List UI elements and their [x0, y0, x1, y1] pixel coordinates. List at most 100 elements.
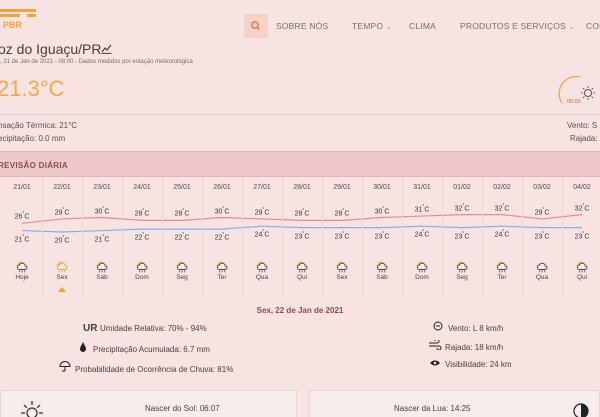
nav-weather[interactable]: TEMPO ⌄ [352, 21, 391, 31]
accumulated-precipitation: Precipitação Acumulada: 6.7 mm [76, 342, 210, 354]
forecast-day[interactable]: 31/01 31°C 24°C Dom [402, 178, 442, 296]
forecast-day[interactable]: 30/01 30°C 23°C Sáb [362, 178, 402, 296]
logo-icon[interactable]: PBR [0, 8, 38, 30]
forecast-date: 31/01 [413, 184, 431, 191]
forecast-date: 24/01 [133, 184, 151, 191]
forecast-day-name: Dom [135, 274, 149, 281]
day-separator [482, 178, 483, 296]
forecast-day[interactable]: 24/01 28°C 22°C Dom [122, 178, 162, 296]
day-separator [162, 178, 163, 296]
forecast-max-temp: 31°C [414, 204, 430, 214]
forecast-day[interactable]: 02/02 32°C 24°C Ter [482, 178, 522, 296]
forecast-min-temp: 23°C [374, 230, 390, 240]
forecast-max-temp: 30°C [94, 205, 110, 215]
sunrise-card: Nascer do Sol: 06:07 [0, 390, 297, 417]
day-separator [562, 178, 563, 296]
forecast-day-name: Ter [497, 274, 507, 281]
umbrella-icon [58, 361, 72, 374]
forecast-max-temp: 28°C [174, 208, 190, 218]
forecast-day-name: Qua [535, 274, 549, 281]
forecast-day-name: Sáb [376, 274, 388, 281]
forecast-day-name: Hoje [15, 274, 29, 281]
day-separator [282, 178, 283, 296]
eye-icon [428, 359, 442, 369]
search-button[interactable] [244, 14, 268, 38]
rain-probability: Probabilidade de Ocorrência de Chuva: 81… [58, 361, 233, 374]
forecast-day-name: Qui [576, 274, 588, 281]
forecast-min-temp: 23°C [294, 230, 310, 240]
forecast-day[interactable]: 28/01 28°C 23°C Qui [282, 178, 322, 296]
forecast-min-temp: 20°C [54, 235, 70, 245]
sun-icon [21, 401, 43, 417]
moonrise-text: Nascer da Lua: 14:25 [394, 404, 471, 413]
logo-text: PBR [3, 20, 23, 30]
humidity: UR Umidade Relativa: 70% - 94% [83, 323, 207, 334]
search-icon [251, 21, 260, 30]
gust: Rajada: [570, 134, 598, 143]
precipitation: ecipitação: 0.0 mm [0, 134, 66, 143]
forecast-min-temp: 21°C [14, 233, 30, 243]
forecast-day-name: Seg [456, 274, 468, 281]
forecast-day[interactable]: 01/02 32°C 23°C Seg [442, 178, 482, 296]
forecast-min-temp: 24°C [254, 229, 270, 239]
wind-value: Vento: L 8 km/h [448, 324, 504, 333]
visibility-value: Visibilidade: 24 km [445, 360, 512, 369]
forecast-day[interactable]: 03/02 29°C 23°C Qua [522, 178, 562, 296]
forecast-max-temp: 28°C [294, 208, 310, 218]
forecast-day[interactable]: 26/01 30°C 22°C Ter [202, 178, 242, 296]
day-separator [322, 178, 323, 296]
forecast-day-name: Qua [255, 274, 269, 281]
day-separator [42, 178, 43, 296]
forecast-max-temp: 26°C [14, 211, 30, 221]
forecast-day[interactable]: 04/02 32°C 23°C Qui [562, 178, 600, 296]
day-separator [82, 178, 83, 296]
forecast-day[interactable]: 29/01 28°C 23°C Sex [322, 178, 362, 296]
chevron-down-icon: ⌄ [568, 25, 575, 31]
forecast-max-temp: 32°C [454, 202, 470, 212]
forecast-date: 26/01 [213, 184, 231, 191]
forecast-min-temp: 22°C [214, 232, 230, 242]
forecast-max-temp: 30°C [374, 205, 390, 215]
forecast-day[interactable]: 25/01 28°C 22°C Seg [162, 178, 202, 296]
forecast-day[interactable]: 21/01 26°C 21°C Hoje [2, 178, 42, 296]
nav-about[interactable]: SOBRE NÓS [276, 21, 328, 31]
forecast-day[interactable]: 27/01 29°C 24°C Qua [242, 178, 282, 296]
chart-trend-icon[interactable] [101, 44, 112, 54]
forecast-day[interactable]: 22/01 29°C 20°C Sex [42, 178, 82, 296]
day-separator [442, 178, 443, 296]
forecast-max-temp: 30°C [214, 205, 230, 215]
day-separator [242, 178, 243, 296]
forecast-max-temp: 29°C [254, 206, 270, 217]
forecast-date: 21/01 [13, 184, 31, 191]
day-separator [362, 178, 363, 296]
forecast-day-name: Dom [415, 274, 429, 281]
forecast-date: 04/02 [573, 184, 591, 191]
nav-products[interactable]: PRODUTOS E SERVIÇOS ⌄ [460, 21, 574, 31]
forecast-min-temp: 24°C [414, 229, 430, 239]
wind-gust-icon [428, 338, 442, 352]
forecast-day-name: Qui [296, 274, 308, 281]
nav-climate[interactable]: CLIMA [409, 21, 436, 31]
forecast-min-temp: 22°C [134, 232, 150, 242]
forecast-max-temp: 28°C [134, 208, 150, 218]
selected-day-date: Sex, 22 de Jan de 2021 [256, 306, 344, 315]
current-temperature: 21.3°C [0, 76, 65, 101]
forecast-min-temp: 21°C [94, 233, 110, 243]
wind: Vento: S [567, 121, 598, 130]
forecast-min-temp: 24°C [494, 229, 510, 239]
observation-meta: , 21 de Jan de 2021 - 08:00 - Dados medi… [0, 59, 193, 65]
forecast-date: 01/02 [453, 184, 471, 191]
forecast-date: 30/01 [373, 184, 391, 191]
forecast-day-name: Seg [176, 274, 188, 281]
forecast-max-temp: 32°C [494, 202, 510, 212]
forecast-date: 02/02 [493, 184, 511, 191]
forecast-day-name: Sáb [96, 274, 108, 281]
city-title: oz do Iguaçu/PR [0, 41, 102, 57]
nav-more[interactable]: CONS [586, 21, 600, 31]
forecast-date: 25/01 [173, 184, 191, 191]
gust-value: Rajada: 18 km/h [445, 343, 504, 352]
forecast-day[interactable]: 23/01 30°C 21°C Sáb [82, 178, 122, 296]
forecast-date: 27/01 [253, 184, 271, 191]
forecast-date: 22/01 [53, 184, 71, 191]
raindrop-icon [76, 342, 90, 354]
